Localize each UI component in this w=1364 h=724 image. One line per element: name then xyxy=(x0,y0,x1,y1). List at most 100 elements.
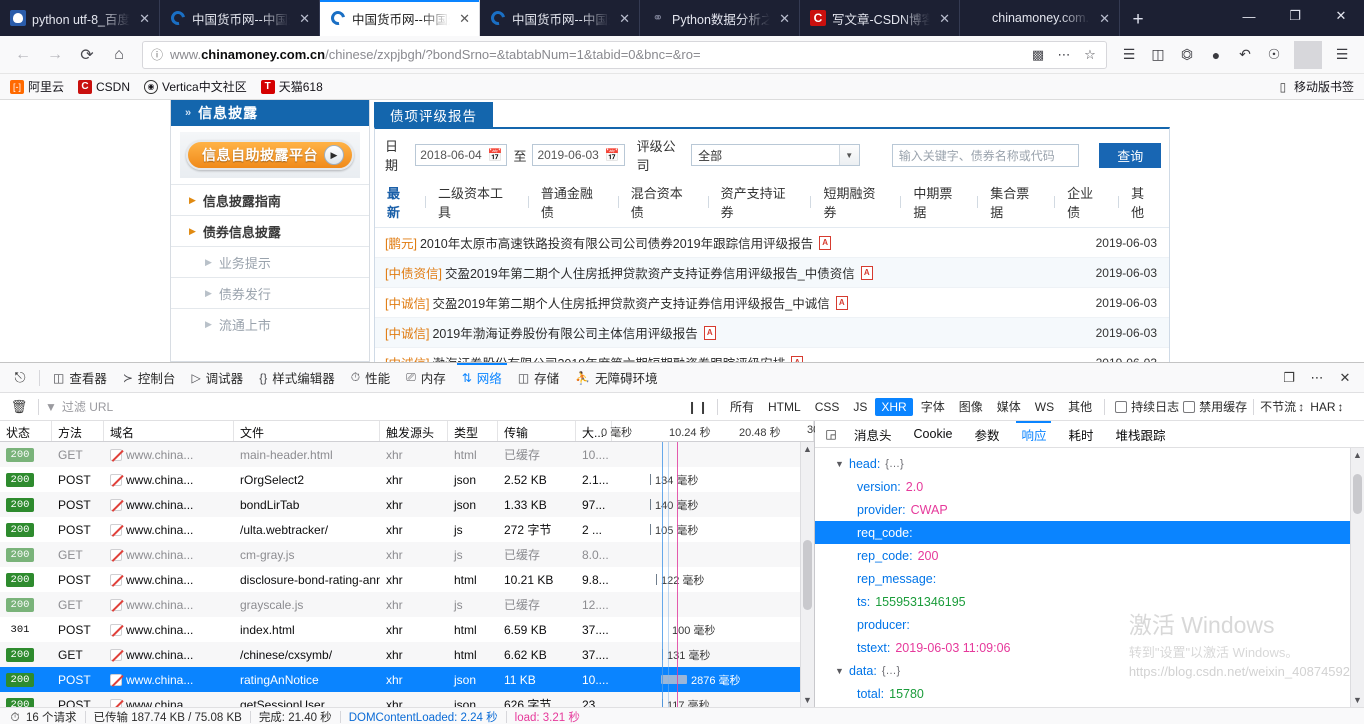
qr-icon[interactable]: ▩ xyxy=(1026,43,1050,67)
browser-tab-active[interactable]: 中国货币网--中国外汇交易中心 ✕ xyxy=(320,0,480,36)
twisty-icon[interactable]: ▼ xyxy=(835,666,847,676)
column-type[interactable]: 类型 xyxy=(448,421,498,441)
forward-icon[interactable]: → xyxy=(40,40,70,70)
category-tier2-capital[interactable]: 二级资本工具 xyxy=(426,183,528,221)
more-icon[interactable]: ⋯ xyxy=(1304,366,1330,390)
bookmark-item[interactable]: [-] 阿里云 xyxy=(10,78,64,95)
json-row-selected[interactable]: req_code: xyxy=(815,521,1364,544)
category-short-term-financing[interactable]: 短期融资券 xyxy=(811,183,900,221)
reload-icon[interactable]: ⟳ xyxy=(72,40,102,70)
new-tab-button[interactable]: + xyxy=(1120,4,1156,36)
sidebar-item-business-tips[interactable]: ▶ 业务提示 xyxy=(171,246,369,277)
json-row[interactable]: startDate:2018-06-04 xyxy=(815,705,1364,707)
report-title[interactable]: 交盈2019年第二期个人住房抵押贷款资产支持证券信用评级报告_中债资信 xyxy=(445,263,855,282)
home-icon[interactable]: ⌂ xyxy=(104,40,134,70)
close-icon[interactable]: ✕ xyxy=(296,10,313,27)
column-transfer[interactable]: 传输 xyxy=(498,421,576,441)
network-scrollbar[interactable]: ▲ ▼ xyxy=(800,442,814,707)
filter-media[interactable]: 媒体 xyxy=(991,396,1027,417)
persist-logs-checkbox[interactable]: 持续日志 xyxy=(1115,398,1179,415)
sidebar-item-bond-disclosure[interactable]: ▶ 债券信息披露 xyxy=(171,215,369,246)
calendar-icon[interactable]: 📅 xyxy=(605,148,620,162)
list-item[interactable]: [中债资信] 交盈2019年第二期个人住房抵押贷款资产支持证券信用评级报告_中债… xyxy=(375,258,1169,288)
menu-icon[interactable]: ☰ xyxy=(1328,41,1356,69)
filter-js[interactable]: JS xyxy=(847,398,873,416)
table-row-selected[interactable]: 200 POST www.china... ratingAnNotice xhr… xyxy=(0,667,800,692)
account-icon[interactable]: ☉ xyxy=(1260,41,1288,69)
browser-tab[interactable]: chinamoney.com.cn/a ✕ xyxy=(960,0,1120,36)
trash-icon[interactable]: 🗑 xyxy=(6,396,32,418)
scroll-up-icon[interactable]: ▲ xyxy=(1351,448,1364,462)
category-abs[interactable]: 资产支持证券 xyxy=(709,183,811,221)
checkbox-icon[interactable] xyxy=(1115,400,1128,413)
pdf-icon[interactable]: A xyxy=(819,235,832,250)
scrollbar-thumb[interactable] xyxy=(1353,474,1362,514)
disable-cache-checkbox[interactable]: 禁用缓存 xyxy=(1183,398,1247,415)
json-row[interactable]: ▼ data: {…} xyxy=(815,659,1364,682)
json-row[interactable]: rep_message: xyxy=(815,567,1364,590)
json-row[interactable]: ts:1559531346195 xyxy=(815,590,1364,613)
play-icon[interactable]: ▶ xyxy=(324,145,344,165)
report-title[interactable]: 2019年渤海证券股份有限公司主体信用评级报告 xyxy=(432,323,697,342)
scroll-up-icon[interactable]: ▲ xyxy=(801,442,814,456)
address-bar[interactable]: ⓘ www.chinamoney.com.cn/chinese/zxpjbgh/… xyxy=(142,40,1107,69)
json-scrollbar[interactable]: ▲ ▼ xyxy=(1350,448,1364,707)
undo-icon[interactable]: ↶ xyxy=(1231,41,1259,69)
filter-all[interactable]: 所有 xyxy=(724,396,760,417)
detail-tab-stacktrace[interactable]: 堆栈跟踪 xyxy=(1104,421,1176,448)
category-mtn[interactable]: 中期票据 xyxy=(901,183,977,221)
pdf-icon[interactable]: A xyxy=(835,295,848,310)
column-domain[interactable]: 域名 xyxy=(104,421,234,441)
category-other[interactable]: 其他 xyxy=(1119,183,1169,221)
agency-select[interactable]: 全部 ▼ xyxy=(691,144,860,166)
category-latest[interactable]: 最新 xyxy=(385,183,425,221)
json-row[interactable]: provider: CWAP xyxy=(815,498,1364,521)
tab-performance[interactable]: ⏱ 性能 xyxy=(343,363,398,393)
query-button[interactable]: 查询 xyxy=(1099,142,1161,168)
close-icon[interactable]: ✕ xyxy=(776,10,793,27)
table-row[interactable]: 200 GET www.china... grayscale.js xhr js… xyxy=(0,592,800,617)
column-status[interactable]: 状态 xyxy=(0,421,52,441)
pdf-icon[interactable]: A xyxy=(703,325,716,340)
json-row[interactable]: version:2.0 xyxy=(815,475,1364,498)
list-item[interactable]: [中诚信] 2019年渤海证券股份有限公司主体信用评级报告 A 2019-06-… xyxy=(375,318,1169,348)
report-title[interactable]: 2010年太原市高速铁路投资有限公司公司债券2019年跟踪信用评级报告 xyxy=(420,233,813,252)
sidebar-icon[interactable]: ◫ xyxy=(1144,41,1172,69)
table-row[interactable]: 200 POST www.china... bondLirTab xhr jso… xyxy=(0,492,800,517)
chevron-down-icon[interactable]: ▼ xyxy=(838,145,859,165)
detail-tab-headers[interactable]: 消息头 xyxy=(843,421,903,448)
table-row[interactable]: 200 POST www.china... disclosure-bond-ra… xyxy=(0,567,800,592)
dock-icon[interactable]: ❐ xyxy=(1276,366,1302,390)
mobile-bookmarks-item[interactable]: ▯ 移动版书签 xyxy=(1276,78,1354,95)
table-row[interactable]: 301 POST www.china... index.html xhr htm… xyxy=(0,617,800,642)
browser-tab[interactable]: C 写文章-CSDN博客 ✕ xyxy=(800,0,960,36)
sidebar-item-bond-issuance[interactable]: ▶ 债券发行 xyxy=(171,277,369,308)
category-collective-notes[interactable]: 集合票据 xyxy=(978,183,1054,221)
json-row[interactable]: tstext:2019-06-03 11:09:06 xyxy=(815,636,1364,659)
column-file[interactable]: 文件 xyxy=(234,421,380,441)
bookmark-star-icon[interactable]: ☆ xyxy=(1078,43,1102,67)
tab-console[interactable]: ≻ 控制台 xyxy=(115,363,184,393)
detail-tab-response[interactable]: 响应 xyxy=(1010,420,1057,448)
category-enterprise-bond[interactable]: 企业债 xyxy=(1055,183,1118,221)
tab-inspector[interactable]: ◫ 查看器 xyxy=(45,363,115,393)
close-window-button[interactable]: ✕ xyxy=(1318,0,1364,32)
date-from-input[interactable]: 2018-06-04 📅 xyxy=(415,144,508,166)
browser-tab[interactable]: python utf-8_百度搜索 ✕ xyxy=(0,0,160,36)
detail-tab-cookie[interactable]: Cookie xyxy=(903,421,964,448)
self-disclosure-banner[interactable]: 信息自助披露平台 ▶ xyxy=(180,132,360,178)
category-ordinary-financial-bond[interactable]: 普通金融债 xyxy=(529,183,618,221)
filter-css[interactable]: CSS xyxy=(809,398,846,416)
detail-tab-timings[interactable]: 耗时 xyxy=(1057,421,1104,448)
table-row[interactable]: 200 GET www.china... /chinese/cxsymb/ xh… xyxy=(0,642,800,667)
more-icon[interactable]: ⋯ xyxy=(1052,43,1076,67)
pocket-icon[interactable]: ● xyxy=(1202,41,1230,69)
pdf-icon[interactable]: A xyxy=(791,355,804,362)
throttling-select[interactable]: 不节流 ↕ xyxy=(1260,398,1304,415)
close-icon[interactable]: ✕ xyxy=(456,10,473,27)
screenshot-icon[interactable]: ⏣ xyxy=(1173,41,1201,69)
tab-debugger[interactable]: ▷ 调试器 xyxy=(183,363,251,393)
scrollbar-thumb[interactable] xyxy=(803,540,812,610)
date-to-input[interactable]: 2019-06-03 📅 xyxy=(532,144,625,166)
sidebar-item-circulation-listing[interactable]: ▶ 流通上市 xyxy=(171,308,369,339)
